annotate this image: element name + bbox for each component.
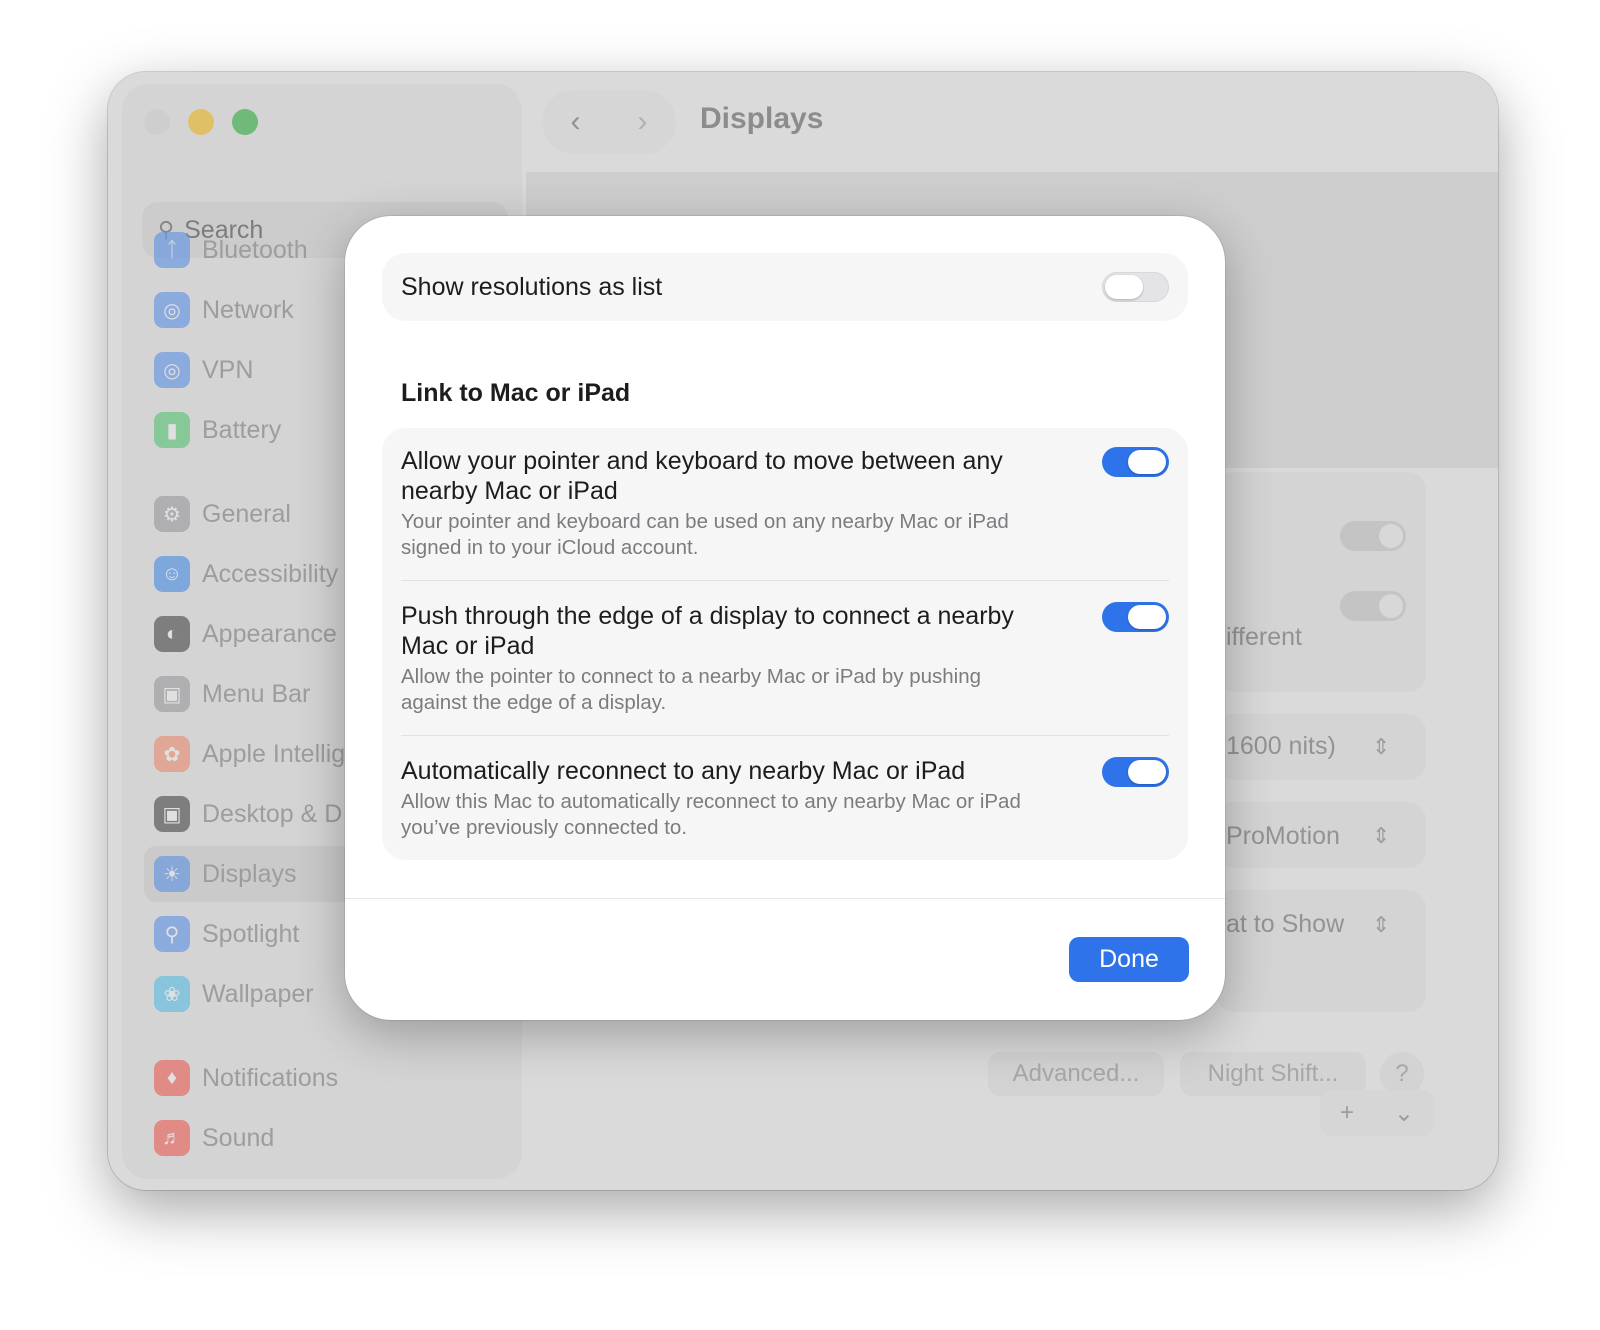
row-2-title-line-2: Mac or iPad: [401, 632, 535, 660]
row-3-title: Automatically reconnect to any nearby Ma…: [401, 757, 966, 785]
row-1-title-line-1: Allow your pointer and keyboard to move …: [401, 447, 1003, 475]
row-2-description-line-1: Allow the pointer to connect to a nearby…: [401, 665, 982, 688]
row-divider: [401, 580, 1169, 581]
show-resolutions-label: Show resolutions as list: [401, 273, 663, 301]
done-button[interactable]: Done: [1069, 937, 1189, 982]
toggle-knob: [1128, 450, 1166, 474]
footer-divider: [345, 898, 1225, 899]
pointer-keyboard-toggle[interactable]: [1102, 447, 1169, 477]
display-settings-sheet: Show resolutions as list Link to Mac or …: [345, 216, 1225, 1020]
row-divider: [401, 735, 1169, 736]
row-2-description-line-2: against the edge of a display.: [401, 691, 667, 714]
toggle-knob: [1128, 605, 1166, 629]
row-2-title-line-1: Push through the edge of a display to co…: [401, 602, 1014, 630]
link-settings-group: Allow your pointer and keyboard to move …: [382, 428, 1188, 860]
show-resolutions-toggle[interactable]: [1102, 272, 1169, 302]
row-3-description-line-2: you’ve previously connected to.: [401, 816, 688, 839]
push-through-edge-toggle[interactable]: [1102, 602, 1169, 632]
resolution-group: Show resolutions as list: [382, 253, 1188, 321]
row-3-description-line-1: Allow this Mac to automatically reconnec…: [401, 790, 1021, 813]
row-1-description-line-1: Your pointer and keyboard can be used on…: [401, 510, 1009, 533]
toggle-knob: [1105, 275, 1143, 299]
row-1-title-line-2: nearby Mac or iPad: [401, 477, 618, 505]
row-1-description-line-2: signed in to your iCloud account.: [401, 536, 699, 559]
link-section-title: Link to Mac or iPad: [401, 379, 631, 407]
auto-reconnect-toggle[interactable]: [1102, 757, 1169, 787]
toggle-knob: [1128, 760, 1166, 784]
